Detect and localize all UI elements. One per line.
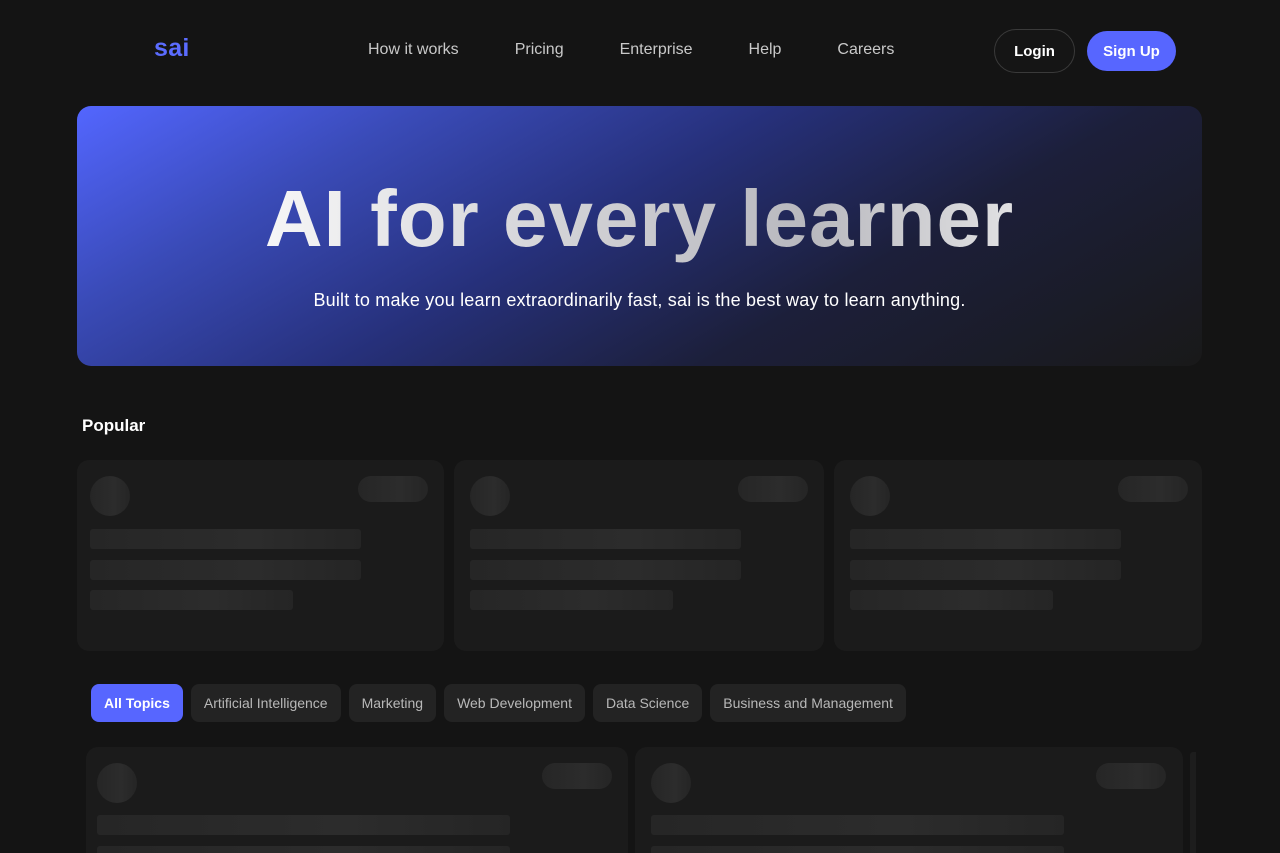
hero-title: AI for every learner	[77, 174, 1202, 264]
nav-link-careers[interactable]: Careers	[837, 40, 894, 60]
nav-link-help[interactable]: Help	[749, 40, 782, 60]
skeleton-badge	[1118, 476, 1188, 502]
topic-chip-web-development[interactable]: Web Development	[444, 684, 585, 722]
skeleton-line	[850, 529, 1121, 549]
skeleton-line	[90, 529, 361, 549]
popular-card-loading[interactable]	[454, 460, 824, 651]
topic-filter-bar: All Topics Artificial Intelligence Marke…	[91, 684, 914, 722]
page: sai How it works Pricing Enterprise Help…	[0, 0, 1280, 853]
nav-links: How it works Pricing Enterprise Help Car…	[368, 40, 894, 60]
skeleton-line	[470, 529, 741, 549]
topic-chip-artificial-intelligence[interactable]: Artificial Intelligence	[190, 684, 341, 722]
skeleton-line	[470, 560, 741, 580]
skeleton-badge	[738, 476, 808, 502]
skeleton-line	[90, 560, 361, 580]
nav-link-enterprise[interactable]: Enterprise	[620, 40, 693, 60]
nav-link-pricing[interactable]: Pricing	[515, 40, 564, 60]
sign-up-button[interactable]: Sign Up	[1087, 31, 1176, 71]
login-button[interactable]: Login	[994, 29, 1075, 73]
skeleton-avatar	[651, 763, 691, 803]
skeleton-badge	[1096, 763, 1166, 789]
skeleton-line	[850, 590, 1053, 610]
skeleton-line	[651, 815, 1064, 835]
topic-chip-data-science[interactable]: Data Science	[592, 684, 703, 722]
skeleton-avatar	[850, 476, 890, 516]
topic-chip-business-and-management[interactable]: Business and Management	[710, 684, 906, 722]
skeleton-line	[470, 590, 673, 610]
skeleton-line	[850, 560, 1121, 580]
skeleton-line	[97, 846, 510, 853]
skeleton-avatar	[90, 476, 130, 516]
skeleton-avatar	[470, 476, 510, 516]
nav-link-how-it-works[interactable]: How it works	[368, 40, 459, 60]
popular-card-loading[interactable]	[834, 460, 1202, 651]
hero-subtitle: Built to make you learn extraordinarily …	[313, 290, 966, 310]
hero-banner: AI for every learner Built to make you l…	[77, 106, 1202, 366]
course-card-loading[interactable]	[635, 747, 1183, 853]
topic-chip-marketing[interactable]: Marketing	[348, 684, 437, 722]
skeleton-avatar	[97, 763, 137, 803]
skeleton-line	[651, 846, 1064, 853]
skeleton-line	[90, 590, 293, 610]
course-card-partial[interactable]	[1190, 752, 1196, 853]
logo[interactable]: sai	[154, 34, 190, 63]
course-card-loading[interactable]	[86, 747, 628, 853]
skeleton-line	[97, 815, 510, 835]
popular-card-loading[interactable]	[77, 460, 444, 651]
popular-section-title: Popular	[82, 416, 146, 435]
skeleton-badge	[358, 476, 428, 502]
topic-chip-all-topics[interactable]: All Topics	[91, 684, 183, 722]
skeleton-badge	[542, 763, 612, 789]
top-nav: sai How it works Pricing Enterprise Help…	[0, 0, 1280, 100]
